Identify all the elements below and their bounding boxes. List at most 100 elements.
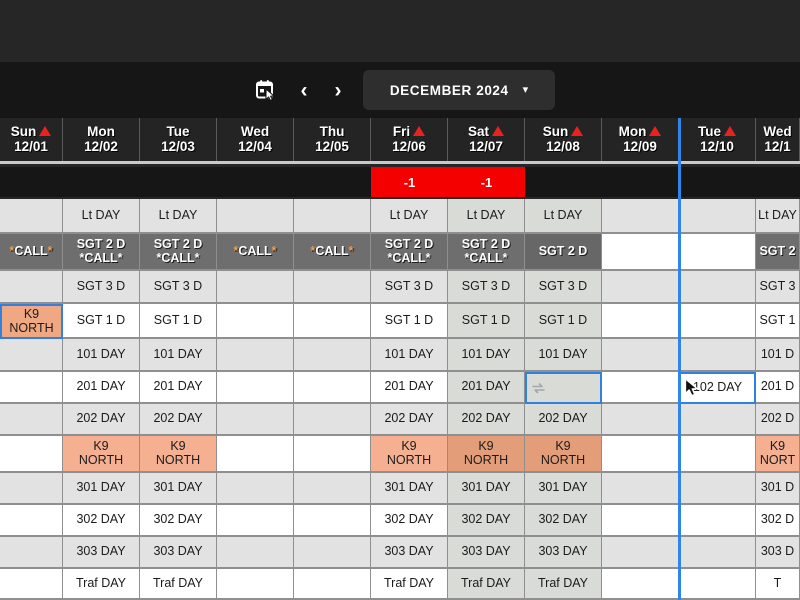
grid-cell[interactable] [294,569,371,600]
grid-cell[interactable]: 301 DAY [63,473,140,505]
grid-cell[interactable]: *CALL* [0,234,63,271]
grid-cell[interactable]: 302 DAY [63,505,140,537]
grid-cell[interactable] [602,304,679,339]
grid-cell[interactable]: Lt DAY [525,199,602,234]
grid-cell[interactable]: Traf DAY [525,569,602,600]
grid-cell[interactable]: SGT 2 D *CALL* [63,234,140,271]
grid-cell[interactable]: 202 DAY [140,404,217,436]
grid-cell[interactable] [0,436,63,473]
grid-cell[interactable] [294,537,371,569]
grid-cell[interactable]: 303 DAY [371,537,448,569]
grid-cell[interactable] [294,505,371,537]
grid-cell[interactable] [217,436,294,473]
grid-cell[interactable]: 302 DAY [448,505,525,537]
grid-cell[interactable] [602,473,679,505]
grid-cell[interactable]: 202 D [756,404,800,436]
grid-cell[interactable] [0,473,63,505]
grid-cell[interactable] [294,404,371,436]
grid-cell[interactable]: Lt DAY [448,199,525,234]
grid-cell[interactable]: 301 D [756,473,800,505]
grid-cell[interactable] [217,537,294,569]
grid-cell[interactable] [0,404,63,436]
grid-cell[interactable]: 302 DAY [371,505,448,537]
grid-cell[interactable] [217,304,294,339]
grid-cell[interactable]: 101 D [756,339,800,372]
day-header-12-04[interactable]: Wed 12/04 [217,118,294,161]
grid-cell[interactable]: Lt DAY [756,199,800,234]
grid-cell[interactable]: *CALL* [217,234,294,271]
grid-cell[interactable]: SGT 1 D [140,304,217,339]
grid-cell[interactable] [679,339,756,372]
grid-cell[interactable] [679,304,756,339]
grid-cell[interactable]: Lt DAY [140,199,217,234]
grid-cell[interactable] [0,569,63,600]
grid-cell[interactable] [0,372,63,404]
grid-cell[interactable]: K9 NORTH [525,436,602,473]
grid-cell[interactable]: Traf DAY [63,569,140,600]
grid-cell[interactable] [217,473,294,505]
grid-cell[interactable] [525,372,602,404]
grid-cell[interactable] [217,372,294,404]
grid-cell[interactable]: 101 DAY [63,339,140,372]
grid-cell[interactable] [0,271,63,304]
grid-cell[interactable]: 202 DAY [63,404,140,436]
grid-cell[interactable]: K9 NORTH [371,436,448,473]
grid-cell[interactable]: Lt DAY [63,199,140,234]
grid-cell[interactable]: 303 DAY [525,537,602,569]
day-header-12-02[interactable]: Mon 12/02 [63,118,140,161]
grid-cell[interactable] [217,404,294,436]
grid-cell[interactable] [679,234,756,271]
grid-cell[interactable]: SGT 3 D [525,271,602,304]
grid-cell[interactable]: *CALL* [294,234,371,271]
grid-cell[interactable] [0,537,63,569]
day-header-12-07[interactable]: Sat 12/07 [448,118,525,161]
grid-cell[interactable] [217,569,294,600]
grid-cell[interactable]: K9 NORTH [63,436,140,473]
grid-cell[interactable] [217,271,294,304]
grid-cell[interactable]: SGT 2 [756,234,800,271]
grid-cell[interactable]: 301 DAY [140,473,217,505]
grid-cell[interactable]: SGT 2 D *CALL* [448,234,525,271]
day-header-12-10[interactable]: Tue 12/10 [679,118,756,161]
next-month-button[interactable]: › [321,70,355,110]
grid-cell[interactable]: 201 DAY [371,372,448,404]
grid-cell[interactable]: 201 D [756,372,800,404]
grid-cell[interactable]: 301 DAY [525,473,602,505]
grid-cell[interactable] [0,505,63,537]
grid-cell[interactable]: 202 DAY [525,404,602,436]
grid-cell[interactable] [602,234,679,271]
grid-cell[interactable] [294,199,371,234]
grid-cell[interactable] [679,537,756,569]
grid-cell[interactable] [602,569,679,600]
grid-cell[interactable]: Traf DAY [371,569,448,600]
grid-cell[interactable] [602,372,679,404]
grid-cell[interactable] [602,339,679,372]
grid-cell[interactable]: SGT 1 D [371,304,448,339]
grid-cell[interactable]: 302 DAY [525,505,602,537]
grid-cell[interactable] [217,199,294,234]
grid-cell[interactable]: 302 D [756,505,800,537]
day-header-12-06[interactable]: Fri 12/06 [371,118,448,161]
grid-cell[interactable]: 102 DAY [679,372,756,404]
grid-cell[interactable]: 101 DAY [448,339,525,372]
grid-cell[interactable] [294,372,371,404]
grid-cell[interactable]: SGT 2 D *CALL* [140,234,217,271]
grid-cell[interactable]: SGT 2 D *CALL* [371,234,448,271]
grid-cell[interactable] [217,505,294,537]
day-header-12-08[interactable]: Sun 12/08 [525,118,602,161]
grid-cell[interactable]: 101 DAY [371,339,448,372]
grid-cell[interactable] [602,271,679,304]
grid-cell[interactable]: 101 DAY [525,339,602,372]
grid-cell[interactable]: 303 DAY [140,537,217,569]
day-header-12-09[interactable]: Mon 12/09 [602,118,679,161]
month-selector[interactable]: DECEMBER 2024 ▾ [363,70,555,110]
grid-cell[interactable] [679,271,756,304]
grid-cell[interactable] [0,339,63,372]
grid-cell[interactable] [0,199,63,234]
grid-cell[interactable] [679,473,756,505]
grid-cell[interactable]: SGT 2 D [525,234,602,271]
grid-cell[interactable] [602,404,679,436]
grid-cell[interactable]: Traf DAY [140,569,217,600]
grid-cell[interactable]: 302 DAY [140,505,217,537]
day-header-12-1[interactable]: Wed 12/1 [756,118,800,161]
